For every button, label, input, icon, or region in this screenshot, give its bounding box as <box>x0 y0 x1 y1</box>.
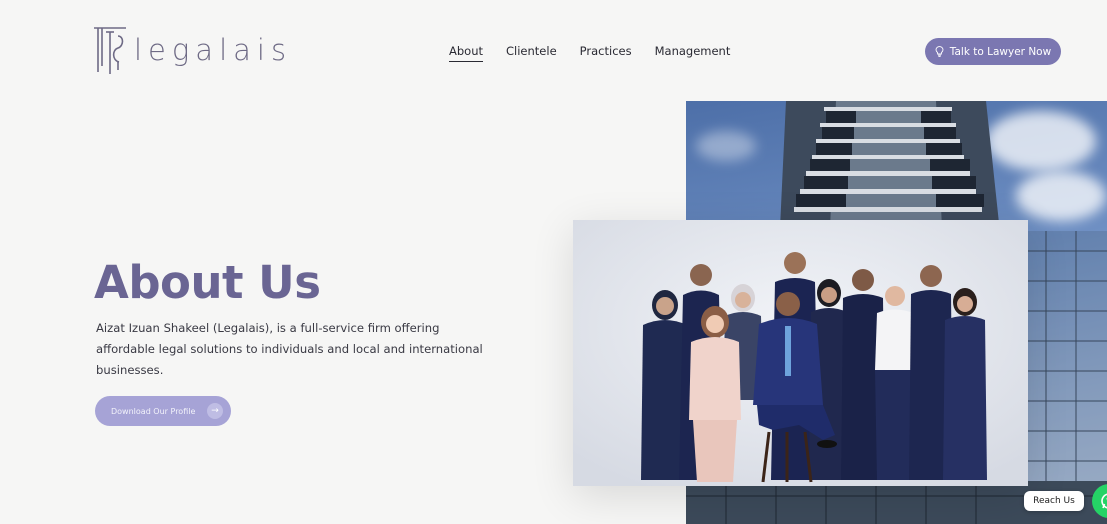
lightbulb-icon <box>935 46 944 57</box>
arrow-right-icon: → <box>207 403 223 419</box>
nav-practices[interactable]: Practices <box>580 44 632 62</box>
nav-clientele[interactable]: Clientele <box>506 44 557 62</box>
talk-to-lawyer-label: Talk to Lawyer Now <box>949 45 1052 58</box>
team-photo <box>573 220 1028 486</box>
talk-to-lawyer-button[interactable]: Talk to Lawyer Now <box>925 38 1061 65</box>
site-header: legalais About Clientele Practices Manag… <box>0 0 1107 100</box>
reach-us-label: Reach Us <box>1033 496 1075 506</box>
download-profile-label: Download Our Profile <box>111 406 196 416</box>
download-profile-button[interactable]: Download Our Profile → <box>95 396 231 426</box>
whatsapp-icon <box>1101 493 1107 509</box>
main-nav: About Clientele Practices Management <box>449 44 730 62</box>
brand-name: legalais <box>134 33 293 67</box>
nav-management[interactable]: Management <box>655 44 731 62</box>
nav-about[interactable]: About <box>449 44 484 62</box>
ats-logo-icon <box>94 27 126 74</box>
page-title: About Us <box>94 256 321 309</box>
brand-logo[interactable]: legalais <box>92 22 292 78</box>
about-description: Aizat Izuan Shakeel (Legalais), is a ful… <box>96 321 483 377</box>
reach-us-button[interactable]: Reach Us <box>1024 491 1084 511</box>
